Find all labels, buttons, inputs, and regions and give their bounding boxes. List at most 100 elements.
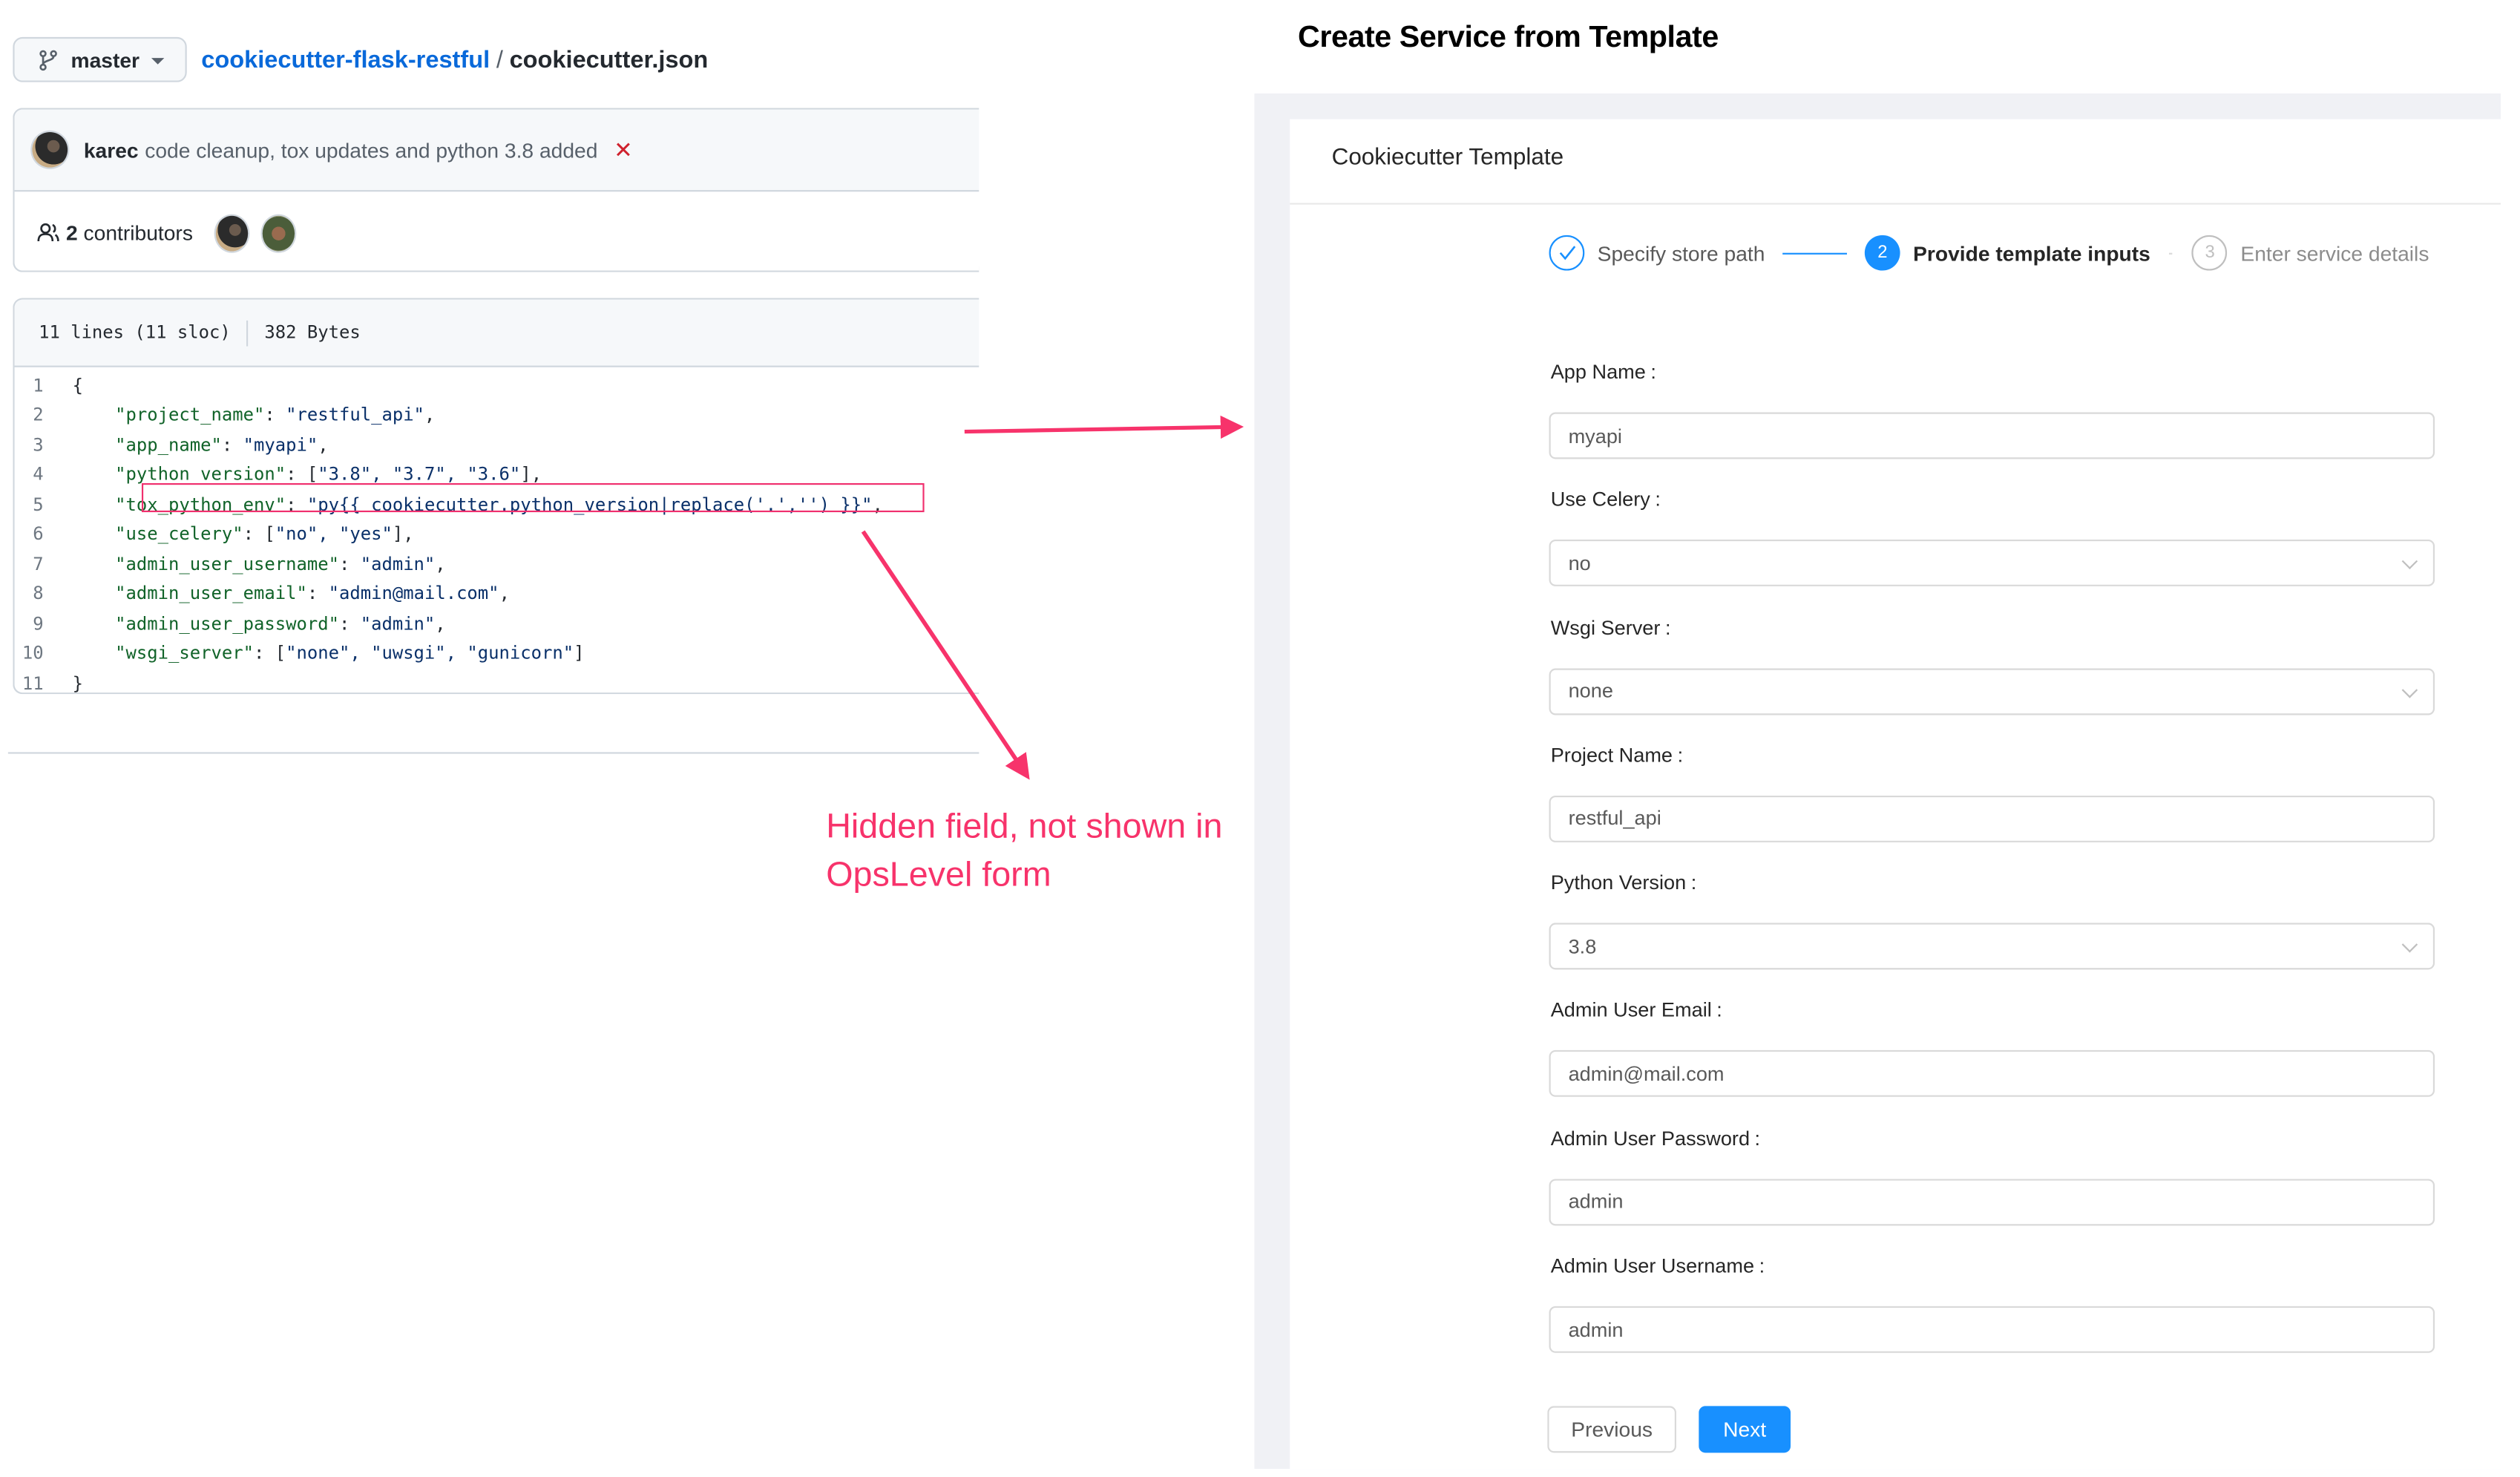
code-text: "app_name": "myapi", — [73, 434, 329, 455]
previous-button[interactable]: Previous — [1547, 1406, 1676, 1453]
field-value: admin@mail.com — [1568, 1063, 1725, 1086]
commit-author[interactable]: karec — [84, 138, 139, 163]
field-label: Project Name: — [1551, 744, 1683, 766]
chevron-down-icon[interactable] — [2401, 554, 2418, 570]
field-value: none — [1568, 679, 1613, 703]
step-number-icon: 3 — [2192, 235, 2228, 271]
json-value: "restful_api" — [286, 405, 424, 426]
code-line: 1{ — [15, 370, 980, 400]
json-key: "admin_user_email" — [115, 583, 307, 605]
divider — [246, 319, 249, 346]
python-version-select[interactable]: 3.8 — [1549, 923, 2435, 970]
form-field: Admin User Password: admin — [1549, 1127, 2437, 1255]
step-label: Specify store path — [1597, 240, 1765, 265]
divider — [7, 752, 980, 754]
code-line: 6 "use_celery": ["no", "yes"], — [15, 520, 980, 549]
chevron-down-icon[interactable] — [2401, 937, 2418, 953]
step-enter-service-details[interactable]: 3 Enter service details — [2192, 235, 2429, 271]
json-punctuation: ], — [520, 464, 542, 485]
code-text: { — [73, 375, 83, 396]
line-number[interactable]: 3 — [15, 434, 73, 455]
use-celery-select[interactable]: no — [1549, 540, 2435, 587]
next-button[interactable]: Next — [1699, 1406, 1791, 1453]
json-key: "use_celery" — [115, 523, 243, 546]
branch-selector-button[interactable]: master — [13, 36, 187, 82]
json-value: "admin" — [360, 553, 436, 575]
line-number[interactable]: 9 — [15, 613, 73, 634]
step-provide-template-inputs[interactable]: 2 Provide template inputs — [1864, 235, 2150, 271]
line-number[interactable]: 8 — [15, 583, 73, 604]
latest-commit-box: karec code cleanup, tox updates and pyth… — [13, 108, 980, 272]
file-line-count: 11 lines (11 sloc) — [39, 322, 231, 344]
json-key: "app_name" — [115, 434, 222, 456]
line-number[interactable]: 2 — [15, 405, 73, 425]
json-value: "3.8", "3.7", "3.6" — [318, 464, 521, 485]
chevron-down-icon[interactable] — [2401, 681, 2418, 698]
line-number[interactable]: 7 — [15, 554, 73, 574]
line-number[interactable]: 6 — [15, 524, 73, 545]
commit-message[interactable]: code cleanup, tox updates and python 3.8… — [145, 138, 597, 163]
code-text: "admin_user_username": "admin", — [73, 554, 446, 574]
field-label: Admin User Email: — [1551, 999, 1722, 1021]
form-field: Admin User Email: admin@mail.com — [1549, 999, 2437, 1127]
json-punctuation: : — [221, 434, 243, 456]
json-punctuation: ] — [574, 643, 585, 664]
json-key: "wsgi_server" — [115, 643, 254, 664]
admin-user-username-input[interactable]: admin — [1549, 1306, 2435, 1353]
line-number[interactable]: 5 — [15, 494, 73, 515]
form-field: Wsgi Server: none — [1549, 616, 2437, 744]
line-number[interactable]: 10 — [15, 643, 73, 664]
field-value: admin — [1568, 1191, 1624, 1214]
highlight-annotation-box — [141, 483, 925, 513]
json-key: "project_name" — [115, 405, 265, 426]
field-value: restful_api — [1568, 808, 1661, 831]
contributor-avatar[interactable] — [215, 214, 248, 251]
contributors-link[interactable]: 2 contributors — [66, 220, 193, 245]
field-label: App Name: — [1551, 361, 1656, 383]
json-punctuation: : — [306, 583, 329, 605]
json-value: "admin" — [360, 613, 436, 635]
field-value: myapi — [1568, 424, 1622, 448]
admin-user-password-input[interactable]: admin — [1549, 1178, 2435, 1225]
field-label: Wsgi Server: — [1551, 616, 1671, 638]
json-punctuation: : — [338, 553, 361, 575]
commit-author-avatar[interactable] — [32, 131, 68, 168]
contributor-avatar[interactable] — [262, 214, 295, 251]
repo-link[interactable]: cookiecutter-flask-restful — [201, 47, 490, 74]
admin-user-email-input[interactable]: admin@mail.com — [1549, 1050, 2435, 1098]
form-field: Admin User Username: admin — [1549, 1255, 2437, 1383]
step-specify-store-path[interactable]: Specify store path — [1549, 235, 1765, 271]
field-label: Admin User Password: — [1551, 1127, 1760, 1150]
json-punctuation: , — [318, 434, 329, 456]
field-label: Use Celery: — [1551, 488, 1661, 511]
x-fail-icon[interactable]: ✕ — [614, 136, 632, 163]
field-label-text: Admin User Password — [1550, 1127, 1750, 1150]
project-name-input[interactable]: restful_api — [1549, 795, 2435, 842]
code-line: 11} — [15, 669, 980, 693]
label-colon: : — [1650, 361, 1656, 384]
screenshot-stage: master cookiecutter-flask-restful / cookie… — [0, 0, 2520, 1477]
card-title: Cookiecutter Template — [1331, 145, 1564, 171]
json-key: "admin_user_password" — [115, 613, 339, 635]
json-value: "admin@mail.com" — [328, 583, 499, 605]
label-colon: : — [1690, 871, 1697, 894]
wsgi-server-select[interactable]: none — [1549, 667, 2435, 715]
json-punctuation: , — [435, 553, 446, 575]
git-branch-icon — [39, 49, 57, 71]
code-line: 8 "admin_user_email": "admin@mail.com", — [15, 579, 980, 609]
code-text: "project_name": "restful_api", — [73, 405, 436, 425]
line-number[interactable]: 11 — [15, 673, 73, 693]
field-value: admin — [1568, 1318, 1624, 1341]
line-number[interactable]: 1 — [15, 375, 73, 396]
app-name-input[interactable]: myapi — [1549, 412, 2435, 459]
line-number[interactable]: 4 — [15, 465, 73, 485]
field-label-text: Wsgi Server — [1550, 616, 1661, 639]
code-text: "wsgi_server": ["none", "uwsgi", "gunico… — [73, 643, 585, 664]
